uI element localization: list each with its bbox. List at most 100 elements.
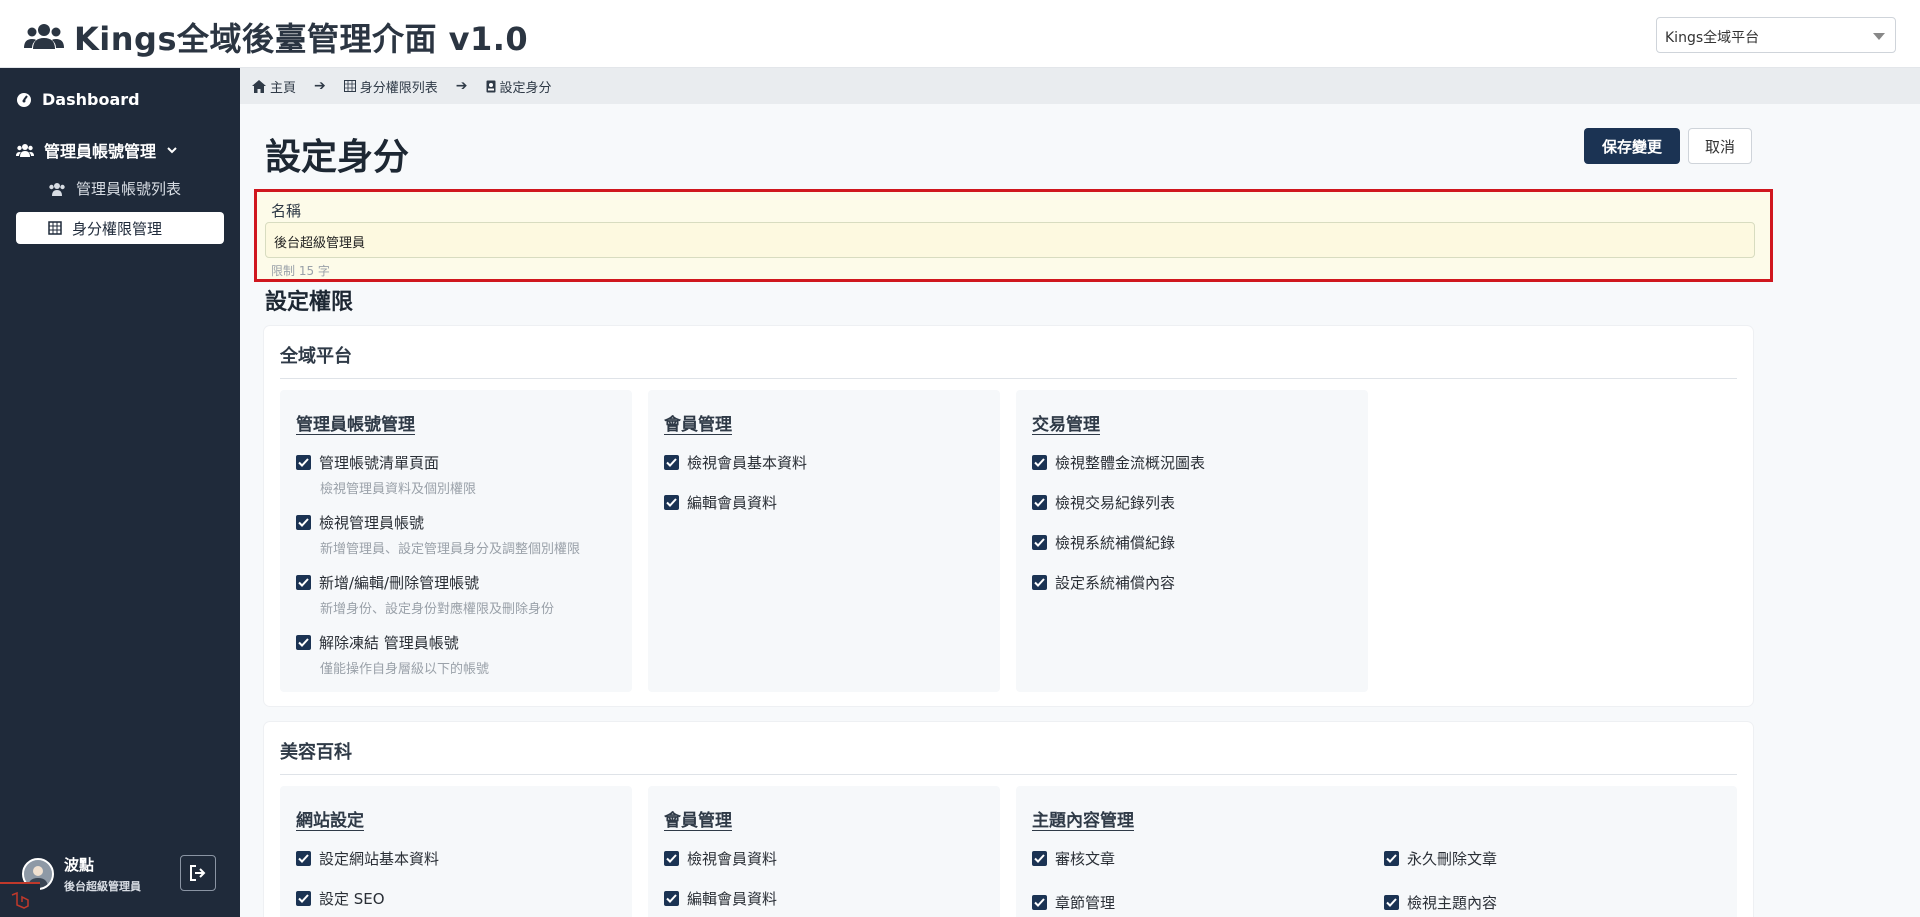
check-icon <box>298 638 309 647</box>
users-icon <box>24 24 64 49</box>
breadcrumb: 主頁 ➔ 身分權限列表 ➔ 設定身分 <box>240 68 1920 104</box>
checkbox[interactable] <box>1032 455 1047 470</box>
sidebar-item-label: Dashboard <box>42 90 140 109</box>
check-icon <box>1034 854 1045 863</box>
permission-label: 審核文章 <box>1055 850 1116 868</box>
sidebar-item-dashboard[interactable]: Dashboard <box>16 90 140 109</box>
user-role: 後台超級管理員 <box>64 880 141 893</box>
check-icon <box>1034 578 1045 587</box>
permission-item: 檢視會員基本資料 <box>664 452 994 473</box>
permission-label: 管理帳號清單頁面 <box>319 454 440 472</box>
group-title: 主題內容管理 <box>1032 811 1134 831</box>
permission-label: 設定網站基本資料 <box>319 850 440 868</box>
checkbox[interactable] <box>1032 535 1047 550</box>
checkbox[interactable] <box>296 851 311 866</box>
permission-label: 檢視會員資料 <box>687 850 778 868</box>
checkbox[interactable] <box>296 891 311 906</box>
checkbox[interactable] <box>1384 851 1399 866</box>
platform-select-value: Kings全域平台 <box>1665 30 1760 46</box>
checkbox[interactable] <box>1032 495 1047 510</box>
permission-card: 美容百科 網站設定 設定網站基本資料 設定 SEO 會員管理 檢視會員資料 編輯… <box>264 722 1753 917</box>
permission-item: 管理帳號清單頁面 檢視管理員資料及個別權限 <box>296 452 626 497</box>
permission-item: 解除凍結 管理員帳號 僅能操作自身層級以下的帳號 <box>296 632 626 677</box>
checkbox[interactable] <box>664 455 679 470</box>
check-icon <box>666 854 677 863</box>
check-icon <box>1386 898 1397 907</box>
permission-group: 會員管理 檢視會員基本資料 編輯會員資料 <box>648 390 1000 692</box>
check-icon <box>666 458 677 467</box>
permission-item: 檢視系統補償紀錄 <box>1032 532 1362 553</box>
grid-icon <box>48 221 62 235</box>
sidebar-item-label: 身分權限管理 <box>72 219 163 238</box>
logout-icon <box>190 865 206 881</box>
cancel-button[interactable]: 取消 <box>1688 128 1752 164</box>
checkbox[interactable] <box>296 515 311 530</box>
permission-desc: 僅能操作自身層級以下的帳號 <box>320 662 490 677</box>
sidebar-item-role-manage[interactable]: 身分權限管理 <box>16 212 224 244</box>
permission-item: 審核文章 <box>1032 848 1362 869</box>
card-title: 全域平台 <box>280 346 352 367</box>
app-title: Kings全域後臺管理介面 v1.0 <box>74 20 529 58</box>
permission-label: 檢視管理員帳號 <box>319 514 425 532</box>
group-title: 網站設定 <box>296 811 364 831</box>
sidebar-item-admin-list[interactable]: 管理員帳號列表 <box>48 178 181 199</box>
check-icon <box>298 518 309 527</box>
checkbox[interactable] <box>1032 895 1047 910</box>
chevron-down-icon <box>1873 33 1885 40</box>
permission-item: 新增/編輯/刪除管理帳號 新增身份、設定身份對應權限及刪除身份 <box>296 572 626 617</box>
permission-group: 網站設定 設定網站基本資料 設定 SEO <box>280 786 632 917</box>
arrow-right-icon: ➔ <box>455 78 468 94</box>
breadcrumb-current: 設定身分 <box>486 77 552 96</box>
checkbox[interactable] <box>664 851 679 866</box>
gauge-icon <box>17 92 31 107</box>
permission-group: 會員管理 檢視會員資料 編輯會員資料 <box>648 786 1000 917</box>
permission-label: 檢視整體金流概況圖表 <box>1055 454 1206 472</box>
permission-item: 永久刪除文章 <box>1384 848 1714 869</box>
permission-desc: 檢視管理員資料及個別權限 <box>320 482 477 497</box>
permission-label: 永久刪除文章 <box>1407 850 1498 868</box>
permission-item: 檢視管理員帳號 新增管理員、設定管理員身分及調整個別權限 <box>296 512 626 557</box>
permission-item: 編輯會員資料 <box>664 492 994 513</box>
check-icon <box>1034 538 1045 547</box>
checkbox[interactable] <box>1032 575 1047 590</box>
permission-group: 主題內容管理 審核文章 章節管理 永久刪除文章 檢視主題內容 <box>1016 786 1737 917</box>
checkbox[interactable] <box>296 635 311 650</box>
grid-icon <box>343 80 356 92</box>
group-title: 會員管理 <box>664 811 732 831</box>
check-icon <box>298 894 309 903</box>
breadcrumb-home[interactable]: 主頁 <box>252 77 296 96</box>
users-icon <box>16 144 34 157</box>
user-name: 波點 <box>64 856 95 874</box>
permission-group: 管理員帳號管理 管理帳號清單頁面 檢視管理員資料及個別權限 檢視管理員帳號 新增… <box>280 390 632 692</box>
check-icon <box>298 458 309 467</box>
logout-button[interactable] <box>180 855 216 891</box>
checkbox[interactable] <box>664 891 679 906</box>
platform-select[interactable]: Kings全域平台 <box>1656 17 1896 53</box>
name-label: 名稱 <box>271 202 302 220</box>
permission-label: 檢視主題內容 <box>1407 894 1498 912</box>
checkbox[interactable] <box>296 575 311 590</box>
checkbox[interactable] <box>1384 895 1399 910</box>
permission-item: 檢視交易紀錄列表 <box>1032 492 1362 513</box>
permission-item: 檢視整體金流概況圖表 <box>1032 452 1362 473</box>
permission-item: 設定 SEO <box>296 888 626 909</box>
check-icon <box>1034 458 1045 467</box>
name-hint: 限制 15 字 <box>271 264 330 278</box>
brand[interactable]: Kings全域後臺管理介面 v1.0 <box>24 14 528 60</box>
name-input[interactable]: 後台超級管理員 <box>265 222 1755 258</box>
breadcrumb-label: 設定身分 <box>499 80 552 96</box>
check-icon <box>666 498 677 507</box>
checkbox[interactable] <box>1032 851 1047 866</box>
card-title: 美容百科 <box>280 742 352 763</box>
framework-logo <box>0 882 40 917</box>
permission-label: 檢視交易紀錄列表 <box>1055 494 1176 512</box>
breadcrumb-role-list[interactable]: 身分權限列表 <box>343 77 438 96</box>
check-icon <box>1386 854 1397 863</box>
sidebar-item-admin-group[interactable]: 管理員帳號管理 <box>16 138 178 162</box>
checkbox[interactable] <box>296 455 311 470</box>
save-button[interactable]: 保存變更 <box>1584 128 1680 164</box>
checkbox[interactable] <box>664 495 679 510</box>
permission-label: 檢視會員基本資料 <box>687 454 808 472</box>
permission-label: 編輯會員資料 <box>687 890 778 908</box>
permission-label: 檢視系統補償紀錄 <box>1055 534 1176 552</box>
